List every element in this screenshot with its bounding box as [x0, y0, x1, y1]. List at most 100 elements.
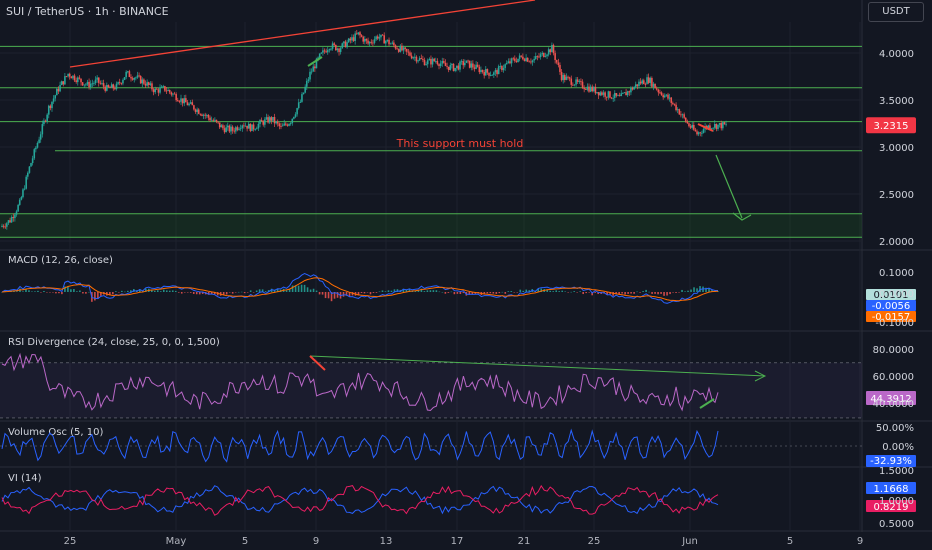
candle-body: [167, 90, 169, 91]
candle-body: [57, 88, 60, 92]
candle-body: [272, 116, 274, 121]
candle-body: [264, 119, 266, 125]
candle-body: [99, 82, 102, 84]
candle-body: [299, 101, 302, 103]
symbol-title[interactable]: SUI / TetherUS · 1h · BINANCE: [6, 5, 169, 18]
candle-body: [139, 75, 142, 84]
macd-histogram-bar: [426, 290, 429, 292]
macd-histogram-bar: [555, 290, 558, 292]
rsi-tick-label: 40.0000: [873, 399, 914, 410]
macd-tick-label: 0.0000: [879, 289, 914, 300]
macd-histogram-bar: [447, 292, 450, 293]
macd-histogram-bar: [579, 291, 581, 292]
currency-button[interactable]: USDT: [868, 2, 924, 22]
candle-body: [428, 58, 431, 61]
candle-body: [547, 49, 550, 55]
macd-histogram-bar: [255, 290, 258, 292]
macd-histogram-bar: [360, 292, 363, 294]
candle-body: [15, 211, 18, 215]
macd-histogram-bar: [573, 291, 576, 292]
candle-body: [241, 125, 244, 129]
candle-body: [217, 121, 219, 123]
candle-body: [576, 79, 579, 82]
candle-body: [23, 188, 26, 190]
candle-body: [538, 56, 540, 58]
macd-histogram-bar: [648, 291, 650, 293]
candle-body: [584, 89, 587, 90]
trading-chart[interactable]: This support must hold 3.2315 MACD (12, 2…: [0, 0, 932, 550]
candle-body: [467, 60, 469, 62]
candle-body: [44, 120, 47, 122]
macd-tick-label: 0.1000: [879, 268, 914, 279]
volume-osc-tick-label: 50.00%: [876, 423, 914, 434]
macd-histogram-bar: [423, 291, 426, 292]
candle-body: [575, 79, 577, 85]
candle-body: [423, 59, 426, 66]
macd-histogram-bar: [675, 292, 677, 293]
candle-body: [285, 123, 287, 125]
macd-histogram-bar: [369, 292, 372, 295]
candle-body: [668, 97, 671, 99]
candle-body: [239, 128, 242, 130]
candle-body: [502, 67, 505, 71]
candle-body: [573, 84, 576, 86]
macd-histogram-bar: [306, 287, 309, 292]
candle-body: [35, 147, 37, 150]
macd-histogram-bar: [645, 289, 647, 292]
candle-body: [701, 132, 703, 134]
x-tick-label: 17: [451, 536, 464, 547]
macd-histogram-bar: [672, 292, 674, 293]
candle-body: [135, 77, 137, 79]
macd-histogram-bar: [321, 292, 324, 295]
candle-body: [594, 86, 597, 94]
macd-histogram-bar: [177, 292, 180, 293]
candle-body: [568, 77, 571, 79]
candle-body: [183, 98, 186, 104]
macd-histogram-bar: [52, 292, 54, 293]
candle-body: [215, 119, 218, 122]
candle-body: [80, 78, 82, 83]
candle-body: [88, 81, 90, 88]
candle-body: [201, 114, 203, 116]
candle-body: [493, 72, 495, 75]
candle-body: [146, 82, 148, 86]
candle-body: [294, 114, 297, 117]
candle-body: [293, 116, 295, 119]
candle-body: [225, 127, 227, 133]
candle-body: [52, 98, 55, 102]
candle-body: [380, 34, 382, 38]
candle-body: [197, 109, 200, 114]
candle-body: [102, 83, 105, 87]
candle-body: [591, 86, 594, 92]
macd-histogram-bar: [678, 292, 680, 293]
x-tick-label: Jun: [681, 536, 698, 547]
macd-tick-label: -0.1000: [875, 318, 914, 329]
candle-body: [454, 67, 456, 71]
volume-osc-legend: Volume Osc (5, 10): [8, 427, 103, 438]
candle-body: [210, 119, 213, 121]
macd-histogram-bar: [156, 290, 159, 292]
candle-body: [546, 54, 548, 57]
macd-histogram-bar: [570, 291, 573, 293]
candle-body: [393, 42, 395, 46]
candle-body: [578, 81, 581, 82]
rsi-tick-label: 60.0000: [873, 372, 914, 383]
candle-body: [207, 114, 210, 118]
candle-body: [557, 62, 560, 66]
candle-body: [160, 86, 163, 88]
candle-body: [186, 102, 189, 106]
macd-histogram-bar: [498, 292, 501, 294]
candle-body: [472, 63, 474, 68]
candle-body: [164, 86, 166, 91]
vortex-tick-label: 1.0000: [879, 496, 914, 507]
candle-body: [149, 83, 152, 85]
candle-body: [28, 166, 31, 173]
candle-body: [688, 123, 690, 127]
macd-histogram-bar: [162, 289, 165, 292]
candle-body: [505, 63, 508, 65]
candle-body: [531, 60, 534, 63]
candle-body: [588, 86, 590, 92]
candle-body: [597, 92, 600, 96]
macd-histogram-bar: [22, 291, 24, 292]
macd-histogram-bar: [456, 292, 459, 294]
